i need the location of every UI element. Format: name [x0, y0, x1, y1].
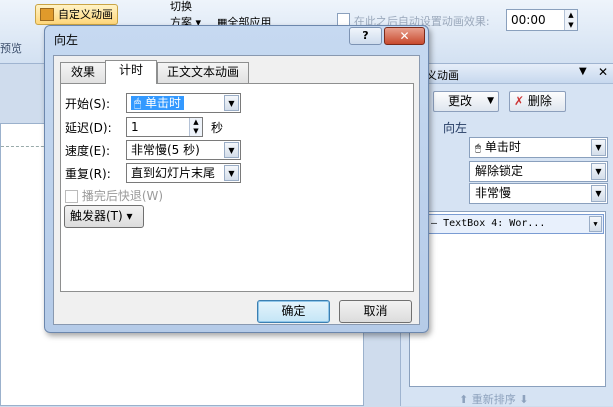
custom-animation-button[interactable]: 自定义动画	[35, 4, 118, 25]
move-down-icon[interactable]: ⬇	[519, 393, 528, 406]
speed-select[interactable]: 非常慢 ▼	[469, 183, 608, 204]
mouse-icon: 🖱	[134, 96, 142, 110]
mouse-icon: 🖱	[475, 143, 481, 154]
dialog-title: 向左	[54, 33, 79, 47]
property-select[interactable]: 解除锁定 ▼	[469, 161, 608, 182]
tab-timing[interactable]: 计时	[105, 60, 157, 84]
pane-dropdown-icon[interactable]: ▼	[579, 66, 587, 77]
speed-select[interactable]: 非常慢(5 秒) ▼	[126, 140, 241, 160]
timing-panel: 开始(S): 🖱 单击时 ▼ 延迟(D): 1 ▲ ▼ 秒 速度(E): 非常慢(…	[60, 83, 414, 292]
spinner-arrows-icon[interactable]: ▲ ▼	[189, 118, 202, 136]
animation-list[interactable]: 🖱 — TextBox 4: Wor... ▼	[409, 211, 606, 387]
pane-header: 义动画 ▼ ✕	[401, 64, 613, 84]
chevron-down-icon[interactable]: ▼	[224, 165, 239, 181]
chevron-down-icon[interactable]: ▼	[591, 139, 606, 156]
repeat-select[interactable]: 直到幻灯片末尾 ▼	[126, 163, 241, 183]
rewind-checkbox[interactable]	[65, 190, 78, 203]
chevron-down-icon[interactable]: ▼	[591, 185, 606, 202]
pane-title: 义动画	[426, 69, 459, 82]
cancel-button[interactable]: 取消	[339, 300, 412, 323]
pane-close-icon[interactable]: ✕	[598, 65, 608, 79]
start-select[interactable]: 🖱 单击时 ▼	[469, 137, 608, 158]
chevron-down-icon[interactable]: ▼	[591, 163, 606, 180]
time-spinner[interactable]: 00:00 ▲ ▼	[506, 9, 578, 31]
change-button[interactable]: 更改 ▼	[433, 91, 499, 112]
start-label: 开始(S):	[65, 97, 111, 111]
rewind-row[interactable]: 播完后快退(W)	[65, 187, 163, 204]
move-up-icon[interactable]: ⬆	[459, 393, 468, 406]
tab-text-animation[interactable]: 正文文本动画	[157, 62, 249, 83]
repeat-label: 重复(R):	[65, 167, 111, 181]
start-select[interactable]: 🖱 单击时 ▼	[126, 93, 241, 113]
help-button[interactable]: ?	[349, 27, 382, 45]
ok-button[interactable]: 确定	[257, 300, 330, 323]
tab-effect[interactable]: 效果	[60, 62, 106, 83]
speed-label: 速度(E):	[65, 144, 110, 158]
custom-animation-pane: 义动画 ▼ ✕ 更改 ▼ ✗ 删除 向左 🖱 单击时 ▼ 解除锁定 ▼ 非常慢 ▼…	[400, 64, 613, 406]
dialog-body: 效果 计时 正文文本动画 开始(S): 🖱 单击时 ▼ 延迟(D): 1 ▲ ▼ …	[53, 55, 420, 325]
preview-label: 预览	[0, 42, 22, 55]
reorder-row[interactable]: ⬆ 重新排序 ⬇	[459, 391, 528, 407]
chevron-down-icon[interactable]: ▼	[224, 95, 239, 111]
effect-direction: 向左	[443, 121, 468, 135]
animation-icon	[40, 8, 54, 21]
switch-label: 切换	[170, 0, 192, 13]
timing-dialog: 向左 ? ✕ 效果 计时 正文文本动画 开始(S): 🖱 单击时 ▼ 延迟(D)…	[44, 25, 429, 333]
triggers-button[interactable]: 触发器(T) ▾	[64, 205, 144, 228]
delete-icon: ✗	[514, 94, 525, 108]
spinner-arrows-icon[interactable]: ▲ ▼	[564, 10, 577, 30]
list-item[interactable]: 🖱 — TextBox 4: Wor... ▼	[412, 214, 604, 234]
chevron-down-icon[interactable]: ▼	[589, 216, 602, 232]
chevron-down-icon[interactable]: ▼	[224, 142, 239, 158]
close-button[interactable]: ✕	[384, 27, 425, 45]
delay-unit: 秒	[211, 121, 224, 135]
delete-button[interactable]: ✗ 删除	[509, 91, 566, 112]
delay-label: 延迟(D):	[65, 121, 112, 135]
delay-spinner[interactable]: 1 ▲ ▼	[126, 117, 203, 137]
